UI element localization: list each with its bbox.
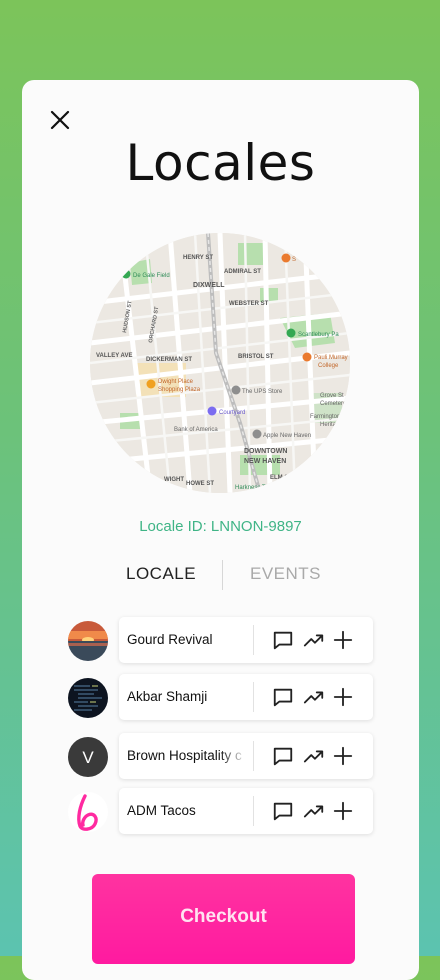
- map-label: DIXWELL: [193, 282, 225, 289]
- map-label: Farmington C: [310, 414, 347, 420]
- tab-locale[interactable]: LOCALE: [126, 564, 196, 584]
- message-icon[interactable]: [272, 629, 294, 651]
- message-icon[interactable]: [272, 745, 294, 767]
- locale-id: Locale ID: LNNON-9897: [139, 518, 302, 535]
- plus-icon[interactable]: [332, 686, 354, 708]
- list-item: V Brown Hospitality c: [68, 733, 373, 781]
- locale-name: ADM Tacos: [127, 803, 196, 818]
- locale-name: Akbar Shamji: [127, 689, 208, 704]
- map-label: NEW HAVEN: [244, 458, 286, 465]
- avatar[interactable]: [68, 621, 108, 661]
- locale-map[interactable]: hool HENRY ST ADMIRAL ST WEBSTER ST DICK…: [90, 233, 350, 493]
- list-item: ADM Tacos: [68, 788, 373, 836]
- map-label: DOWNTOWN: [244, 448, 287, 455]
- tab-events[interactable]: EVENTS: [250, 564, 321, 584]
- list-item: Akbar Shamji: [68, 674, 373, 722]
- map-label: HENRY ST: [183, 255, 213, 261]
- map-label: ADMIRAL ST: [224, 269, 261, 275]
- avatar[interactable]: [68, 792, 108, 832]
- trend-icon[interactable]: [303, 686, 325, 708]
- plus-icon[interactable]: [332, 800, 354, 822]
- avatar[interactable]: V: [68, 737, 108, 777]
- trend-icon[interactable]: [303, 629, 325, 651]
- locale-name: Gourd Revival: [127, 632, 213, 647]
- plus-icon[interactable]: [332, 745, 354, 767]
- close-icon[interactable]: [48, 108, 72, 132]
- message-icon[interactable]: [272, 800, 294, 822]
- text-fade: [219, 741, 247, 771]
- map-label: HOWE ST: [186, 481, 214, 487]
- checkout-label: Checkout: [180, 906, 267, 927]
- locale-pill[interactable]: Brown Hospitality c: [119, 733, 373, 779]
- map-label: WIGHT: [164, 477, 184, 483]
- map-label: hool: [142, 241, 155, 247]
- avatar[interactable]: [68, 678, 108, 718]
- map-label: WEBSTER ST: [229, 301, 269, 307]
- map-label: Dwight Place: [158, 379, 194, 385]
- divider: [253, 741, 254, 771]
- map-label: De Gale Field: [133, 273, 170, 279]
- page-title: Locales: [125, 134, 316, 192]
- divider: [253, 796, 254, 826]
- list-item: Gourd Revival: [68, 617, 373, 665]
- map-label: Pauli Murray: [314, 355, 348, 361]
- map-label: Apple New Haven: [263, 433, 311, 439]
- trend-icon[interactable]: [303, 800, 325, 822]
- map-label: Heritag: [320, 422, 339, 428]
- map-label: Harkness Tower: [235, 485, 278, 491]
- locales-card: Locales hool HENRY ST ADMIRAL ST WEBSTER…: [22, 80, 419, 980]
- map-label: Scantlebury Pa: [298, 332, 339, 338]
- message-icon[interactable]: [272, 686, 294, 708]
- divider: [253, 682, 254, 712]
- divider: [253, 625, 254, 655]
- map-label: Shopping Plaza: [158, 387, 201, 393]
- map-label: VALLEY AVE: [96, 353, 132, 359]
- locale-pill[interactable]: ADM Tacos: [119, 788, 373, 834]
- map-label: ELM ST: [270, 475, 292, 481]
- tab-bar: LOCALE EVENTS: [22, 558, 419, 592]
- checkout-button[interactable]: Checkout: [92, 874, 355, 964]
- locale-pill[interactable]: Gourd Revival: [119, 617, 373, 663]
- map-label: Cemetere: [320, 401, 347, 407]
- map-label: BRISTOL ST: [238, 354, 274, 360]
- map-label: S: [292, 257, 296, 263]
- plus-icon[interactable]: [332, 629, 354, 651]
- map-label: DICKERMAN ST: [146, 357, 192, 363]
- avatar-initial: V: [82, 748, 94, 767]
- tab-divider: [222, 560, 223, 590]
- map-label: College: [318, 363, 339, 369]
- map-label: Courtyard: [219, 410, 245, 416]
- trend-icon[interactable]: [303, 745, 325, 767]
- map-label: Grove St: [320, 393, 344, 399]
- map-label: The UPS Store: [242, 389, 283, 395]
- locale-pill[interactable]: Akbar Shamji: [119, 674, 373, 720]
- map-label: Bank of America: [174, 427, 218, 433]
